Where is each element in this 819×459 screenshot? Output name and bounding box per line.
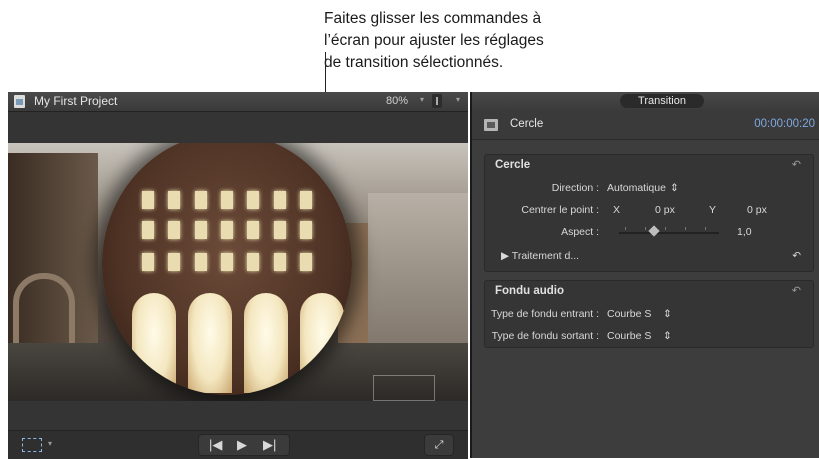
callout-line-2: l’écran pour ajuster les réglages [324, 32, 544, 49]
fade-in-label: Type de fondu entrant : [491, 308, 599, 320]
y-value-field[interactable]: 0 px [747, 204, 767, 216]
slider-tick [705, 227, 706, 230]
popup-arrows-icon[interactable]: ⇕ [670, 182, 679, 194]
transform-menu-arrow-icon[interactable]: ▾ [48, 439, 52, 448]
viewer-options-arrow-icon[interactable]: ▾ [456, 95, 460, 104]
transform-button[interactable] [22, 438, 42, 452]
direction-row: Direction : Automatique ⇕ [485, 179, 813, 199]
callout-line-1: Faites glisser les commandes à [324, 10, 542, 27]
video-canvas[interactable] [8, 143, 468, 401]
shop-arch [188, 293, 232, 393]
section-cercle: Cercle ↶ Direction : Automatique ⇕ Centr… [484, 154, 814, 272]
viewer-footer: ▾ |◀ ▶ ▶| ⤢ [8, 430, 468, 459]
processing-row: ▶ Traitement d... ↶ [485, 247, 813, 267]
section-title: Fondu audio [495, 285, 564, 297]
tab-transition[interactable]: Transition [620, 94, 704, 108]
shop-arch [300, 293, 344, 393]
window-row [142, 253, 312, 271]
aspect-slider[interactable] [619, 232, 719, 234]
play-button[interactable]: ▶ [237, 437, 247, 453]
onscreen-handle-box[interactable] [373, 375, 435, 401]
shop-arch [244, 293, 288, 393]
viewer-options-button[interactable] [432, 94, 442, 108]
reset-icon[interactable]: ↶ [792, 284, 801, 297]
center-point-row: Centrer le point : X 0 px Y 0 px [485, 201, 813, 221]
fade-out-label: Type de fondu sortant : [491, 330, 599, 342]
direction-label: Direction : [551, 182, 599, 194]
fade-in-popup[interactable]: Courbe S [607, 308, 651, 320]
direction-popup[interactable]: Automatique [607, 182, 666, 194]
fade-out-row: Type de fondu sortant : Courbe S ⇕ [485, 327, 813, 347]
circle-transition-onscreen-control[interactable] [102, 143, 352, 395]
shop-arch [132, 293, 176, 393]
fade-out-popup[interactable]: Courbe S [607, 330, 651, 342]
aspect-label: Aspect : [561, 226, 599, 238]
center-point-label: Centrer le point : [521, 204, 599, 216]
viewer-panel: My First Project 80% ▾ ▾ ▾ |◀ ▶ ▶| ⤢ [8, 92, 468, 459]
slider-tick [685, 227, 686, 230]
transition-name: Cercle [510, 118, 544, 130]
section-title: Cercle [495, 159, 531, 171]
next-edit-button[interactable]: ▶| [263, 437, 276, 453]
slider-tick [645, 227, 646, 230]
popup-arrows-icon[interactable]: ⇕ [663, 330, 672, 342]
processing-disclosure[interactable]: ▶ Traitement d... [501, 250, 579, 262]
project-icon [14, 95, 25, 108]
fade-in-row: Type de fondu entrant : Courbe S ⇕ [485, 305, 813, 325]
reset-icon[interactable]: ↶ [792, 158, 801, 171]
x-label: X [613, 204, 621, 216]
aspect-value-field[interactable]: 1,0 [737, 226, 752, 238]
window-row [142, 191, 312, 209]
transition-icon [484, 119, 498, 131]
reset-icon[interactable]: ↶ [792, 250, 801, 262]
zoom-level[interactable]: 80% [386, 95, 408, 107]
x-value-field[interactable]: 0 px [655, 204, 675, 216]
inspector-tabbar: Transition [472, 92, 819, 112]
previous-edit-button[interactable]: |◀ [209, 437, 222, 453]
callout-line-3: de transition sélectionnés. [324, 54, 504, 71]
callout-annotation: Faites glisser les commandes à l’écran p… [324, 8, 654, 74]
popup-arrows-icon[interactable]: ⇕ [663, 308, 672, 320]
aspect-slider-knob[interactable] [648, 225, 660, 237]
slider-tick [625, 227, 626, 230]
inspector-panel: Transition Cercle 00:00:00:20 Cercle ↶ D… [470, 92, 819, 458]
y-label: Y [709, 204, 717, 216]
aspect-row: Aspect : 1,0 [485, 223, 813, 243]
section-fondu-audio: Fondu audio ↶ Type de fondu entrant : Co… [484, 280, 814, 348]
inspector-header: Cercle 00:00:00:20 [472, 111, 819, 140]
viewer-header: My First Project 80% ▾ ▾ [8, 92, 468, 112]
fullscreen-button[interactable]: ⤢ [424, 434, 454, 456]
slider-tick [665, 227, 666, 230]
transport-controls: |◀ ▶ ▶| [198, 434, 290, 456]
zoom-menu-arrow-icon[interactable]: ▾ [420, 95, 424, 104]
transition-duration: 00:00:00:20 [754, 118, 815, 130]
window-row [142, 221, 312, 239]
viewer-title: My First Project [34, 94, 118, 108]
